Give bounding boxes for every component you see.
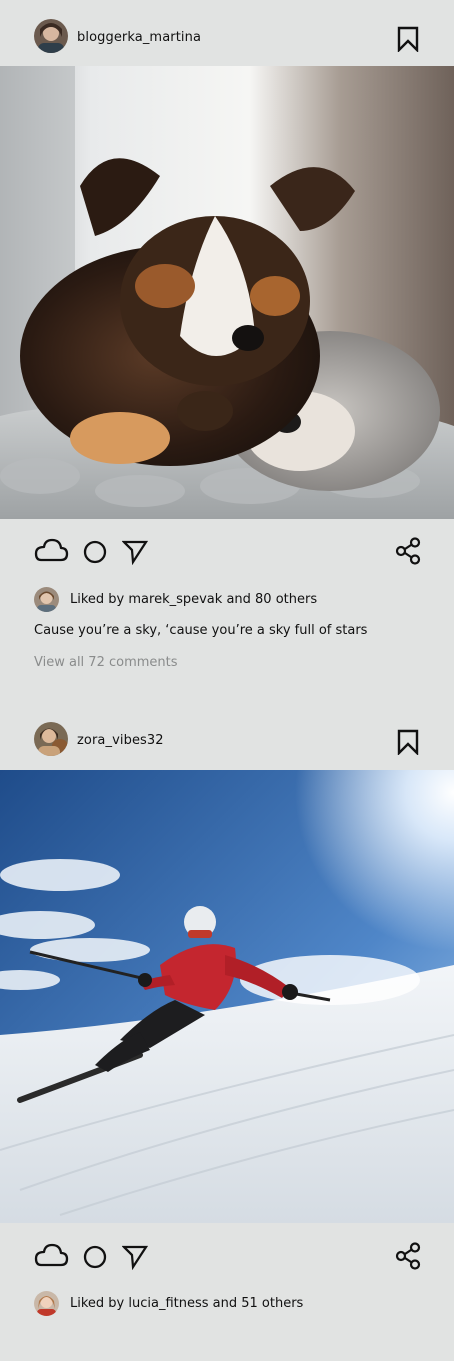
post-caption: Cause you’re a sky, ‘cause you’re a sky … [34, 623, 368, 638]
post-actions [0, 1236, 454, 1276]
send-icon[interactable] [121, 1244, 149, 1274]
avatar[interactable] [34, 19, 68, 53]
post-username[interactable]: zora_vibes32 [77, 733, 164, 748]
post-header: zora_vibes32 [0, 706, 454, 772]
circle-icon[interactable] [83, 540, 107, 568]
likes-text[interactable]: Liked by lucia_fitness and 51 others [70, 1296, 303, 1311]
avatar[interactable] [34, 587, 59, 612]
post-actions [0, 531, 454, 571]
cloud-icon[interactable] [33, 535, 69, 567]
bookmark-icon[interactable] [396, 26, 420, 53]
view-comments-link[interactable]: View all 72 comments [34, 655, 178, 670]
post-image[interactable] [0, 66, 454, 519]
send-icon[interactable] [121, 539, 149, 569]
share-icon[interactable] [395, 1242, 421, 1274]
likes-text[interactable]: Liked by marek_spevak and 80 others [70, 592, 317, 607]
post-image[interactable] [0, 770, 454, 1223]
circle-icon[interactable] [83, 1245, 107, 1273]
likes-row: Liked by marek_spevak and 80 others [0, 587, 454, 613]
bookmark-icon[interactable] [396, 729, 420, 756]
post-header: bloggerka_martina [0, 3, 454, 69]
likes-row: Liked by lucia_fitness and 51 others [0, 1291, 454, 1317]
post-username[interactable]: bloggerka_martina [77, 30, 201, 45]
share-icon[interactable] [395, 537, 421, 569]
avatar[interactable] [34, 1291, 59, 1316]
avatar[interactable] [34, 722, 68, 756]
cloud-icon[interactable] [33, 1240, 69, 1272]
